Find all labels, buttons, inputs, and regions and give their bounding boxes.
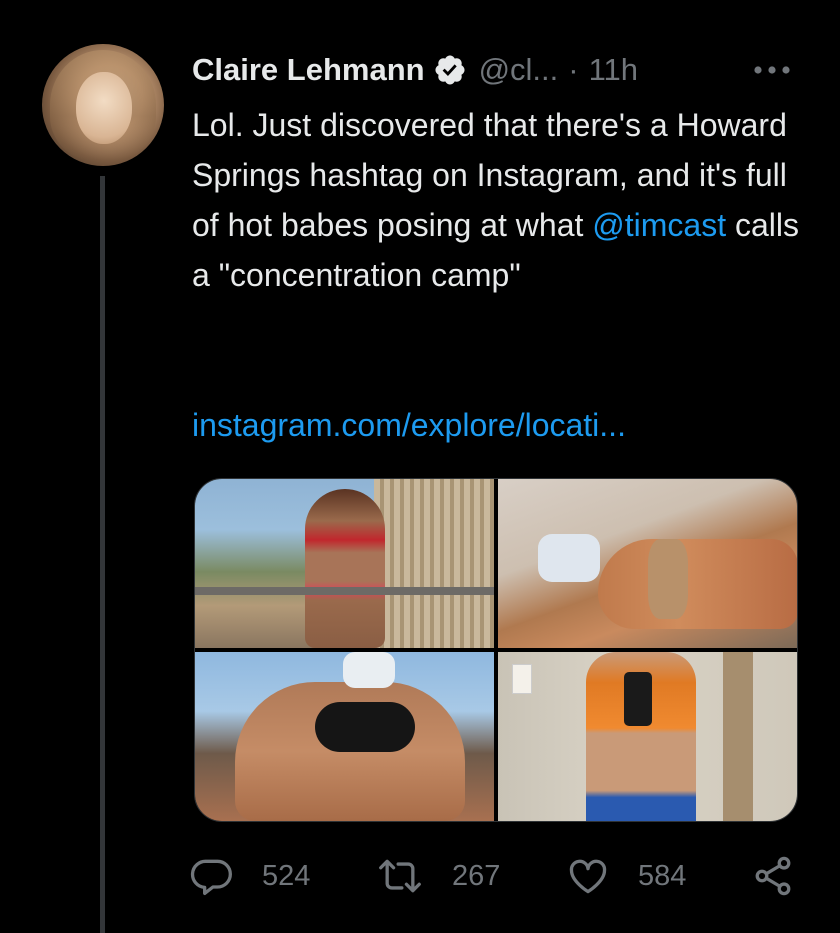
action-bar: 524 267 584 — [190, 848, 800, 904]
photo-bikini — [648, 539, 688, 619]
retweet-icon — [376, 854, 424, 898]
retweet-button[interactable]: 267 — [376, 848, 500, 904]
instagram-link[interactable]: instagram.com/explore/locati... — [192, 407, 626, 443]
tweet[interactable]: Claire Lehmann @cl... · 11h Lol. Just di… — [0, 0, 840, 933]
share-icon — [750, 854, 796, 898]
media-photo-2[interactable] — [498, 479, 797, 648]
thread-line — [100, 176, 105, 933]
photo-figure — [305, 489, 385, 648]
reply-count: 524 — [262, 859, 311, 892]
like-button[interactable]: 584 — [566, 848, 686, 904]
heart-icon — [566, 854, 610, 898]
tweet-header: Claire Lehmann @cl... · 11h — [192, 48, 638, 92]
media-photo-1[interactable] — [195, 479, 494, 648]
tweet-text: Lol. Just discovered that there's a Howa… — [192, 100, 812, 300]
author-handle[interactable]: @cl... — [479, 52, 559, 88]
photo-rail — [195, 587, 494, 595]
separator-dot: · — [568, 52, 579, 87]
tweet-time[interactable]: 11h — [589, 52, 638, 88]
photo-bikini-top — [315, 702, 415, 752]
photo-phone — [624, 672, 652, 726]
retweet-count: 267 — [452, 859, 501, 892]
mention-link[interactable]: @timcast — [592, 207, 726, 243]
media-grid — [194, 478, 798, 822]
photo-mask — [538, 534, 600, 582]
like-count: 584 — [638, 859, 687, 892]
photo-wall — [374, 479, 494, 648]
photo-body — [598, 539, 797, 629]
reply-button[interactable]: 524 — [190, 848, 310, 904]
photo-doorframe — [723, 652, 753, 821]
avatar-face — [76, 72, 132, 144]
reply-icon — [190, 854, 234, 898]
photo-wall-sign — [512, 664, 532, 694]
more-horizontal-icon[interactable] — [748, 56, 796, 84]
media-photo-3[interactable] — [195, 652, 494, 821]
tweet-link-line: instagram.com/explore/locati... — [192, 400, 626, 450]
avatar[interactable] — [42, 44, 164, 166]
photo-mask — [343, 652, 395, 688]
share-button[interactable] — [750, 848, 796, 904]
media-photo-4[interactable] — [498, 652, 797, 821]
author-name[interactable]: Claire Lehmann — [192, 52, 425, 88]
verified-badge-icon — [433, 53, 467, 87]
